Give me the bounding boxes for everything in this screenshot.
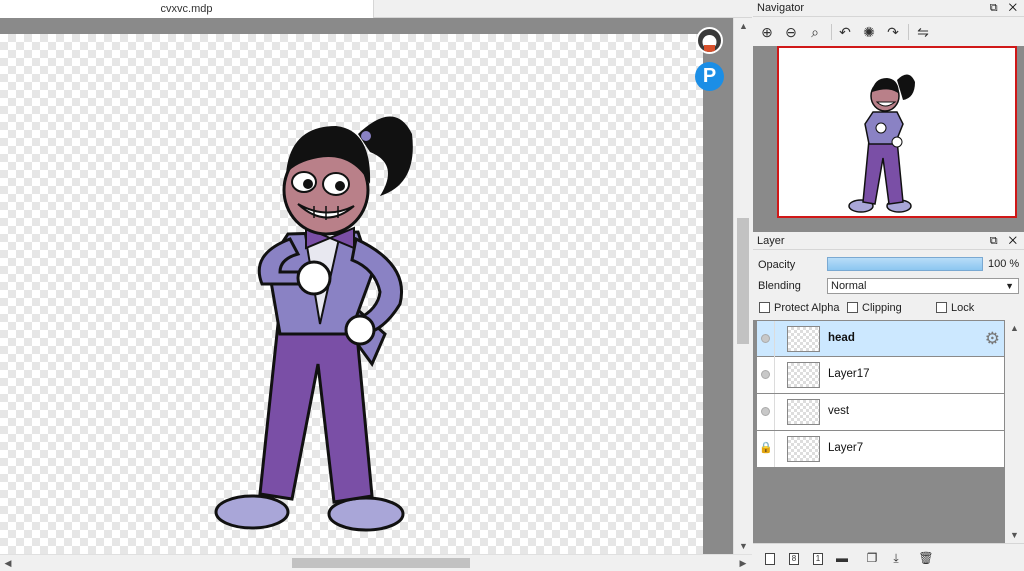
navigator-title: Navigator: [757, 2, 805, 14]
rotate-reset-icon[interactable]: ✺: [859, 22, 879, 42]
blending-mode-value: Normal: [831, 280, 867, 292]
opacity-slider[interactable]: [827, 257, 983, 271]
canvas-margin-right: [703, 18, 733, 554]
rotate-left-icon[interactable]: ↶: [835, 22, 855, 42]
gear-icon[interactable]: ⚙: [985, 329, 1000, 349]
lock-checkbox[interactable]: Lock: [936, 302, 974, 314]
rotate-right-icon[interactable]: ↷: [883, 22, 903, 42]
scroll-up-icon[interactable]: ▲: [1005, 320, 1024, 336]
layer-panel-window-buttons[interactable]: ⧉ ✕: [990, 233, 1021, 250]
row-divider: [774, 321, 775, 357]
character-artwork: [214, 116, 413, 532]
canvas-horizontal-scrollbar[interactable]: ◀ ▶: [0, 554, 752, 571]
navigator-preview-area[interactable]: [753, 46, 1024, 232]
layer-row-head[interactable]: head ⚙: [756, 320, 1005, 357]
document-tab[interactable]: cvxvc.mdp: [0, 0, 374, 18]
canvas-margin-top: [0, 18, 733, 34]
navigator-toolbar: ⊕ ⊖ ⌕ ↶ ✺ ↷ ⇋: [753, 18, 1024, 46]
canvas-vertical-scrollbar[interactable]: ▲ ▼: [733, 18, 752, 554]
navigator-artwork-thumbnail: [848, 74, 915, 213]
layer-thumbnail: [787, 399, 820, 425]
row-divider: [774, 394, 775, 430]
lock-icon[interactable]: 🔒: [759, 441, 773, 454]
navigator-thumbnail[interactable]: [777, 46, 1017, 218]
lock-label: Lock: [951, 302, 975, 314]
zoom-reset-icon[interactable]: ⌕: [805, 22, 825, 42]
layer-row-layer7[interactable]: 🔒 Layer7: [756, 431, 1005, 468]
layer-name: Layer17: [828, 368, 870, 380]
document-tab-bar: cvxvc.mdp: [0, 0, 752, 18]
toolbar-divider: [908, 24, 909, 40]
scroll-right-icon[interactable]: ▶: [735, 555, 751, 571]
row-divider: [774, 431, 775, 467]
layer-list: head ⚙ Layer17 vest 🔒 Layer7: [756, 320, 1005, 468]
scroll-left-icon[interactable]: ◀: [0, 555, 16, 571]
clipping-label: Clipping: [862, 302, 902, 314]
layer-thumbnail: [787, 362, 820, 388]
layer-panel-title: Layer: [757, 235, 785, 247]
layer-name: head: [828, 332, 855, 344]
blending-label: Blending: [758, 280, 801, 292]
layer-name: Layer7: [828, 442, 864, 454]
visibility-toggle-icon[interactable]: [761, 334, 770, 343]
scroll-up-icon[interactable]: ▲: [734, 18, 753, 34]
layer-panel-header: Layer ⧉ ✕: [753, 233, 1024, 250]
navigator-window-buttons[interactable]: ⧉ ✕: [990, 0, 1021, 17]
horizontal-scroll-thumb[interactable]: [292, 558, 470, 568]
opacity-value: 100 %: [988, 258, 1020, 270]
visibility-toggle-icon[interactable]: [761, 370, 770, 379]
blending-mode-select[interactable]: Normal ▼: [827, 278, 1019, 294]
layer-name: vest: [828, 405, 850, 417]
flip-horizontal-icon[interactable]: ⇋: [913, 22, 933, 42]
user-avatar-icon[interactable]: [696, 27, 723, 54]
navigator-header: Navigator ⧉ ✕: [753, 0, 1024, 17]
opacity-label: Opacity: [758, 259, 796, 271]
scroll-down-icon[interactable]: ▼: [1005, 527, 1024, 543]
new-1bit-layer-icon[interactable]: 1: [809, 550, 827, 566]
protect-alpha-checkbox[interactable]: Protect Alpha: [759, 302, 839, 314]
delete-layer-icon[interactable]: 🗑: [917, 550, 935, 566]
new-8bit-layer-icon[interactable]: 8: [785, 550, 803, 566]
layer-row-vest[interactable]: vest: [756, 394, 1005, 431]
layer-list-scrollbar[interactable]: ▲ ▼: [1005, 320, 1024, 543]
clipping-checkbox[interactable]: Clipping: [847, 302, 902, 314]
drawing-canvas[interactable]: [0, 34, 703, 554]
layer-thumbnail: [787, 436, 820, 462]
zoom-in-icon[interactable]: ⊕: [757, 22, 777, 42]
layer-list-area: head ⚙ Layer17 vest 🔒 Layer7 ▲ ▼: [753, 320, 1024, 543]
merge-down-icon[interactable]: ⤓: [887, 550, 905, 566]
layer-toolbar: 8 1 ▬ ❐ ⤓ 🗑: [753, 543, 1024, 571]
scroll-down-icon[interactable]: ▼: [734, 538, 753, 554]
layer-properties: Opacity 100 % Blending Normal ▼ Protect …: [753, 250, 1024, 320]
duplicate-layer-icon[interactable]: ❐: [863, 550, 881, 566]
app-window: cvxvc.mdp P ▲ ▼ ◀ ▶ Navigator ⧉ ✕ ⊕ ⊖ ⌕ …: [0, 0, 1024, 571]
layer-thumbnail: [787, 326, 820, 352]
chevron-down-icon: ▼: [1005, 281, 1014, 291]
toolbar-divider: [831, 24, 832, 40]
zoom-out-icon[interactable]: ⊖: [781, 22, 801, 42]
visibility-toggle-icon[interactable]: [761, 407, 770, 416]
layer-row-layer17[interactable]: Layer17: [756, 357, 1005, 394]
p-badge-icon[interactable]: P: [695, 62, 724, 91]
protect-alpha-label: Protect Alpha: [774, 302, 840, 314]
new-layer-icon[interactable]: [761, 550, 779, 566]
vertical-scroll-thumb[interactable]: [737, 218, 749, 344]
row-divider: [774, 357, 775, 393]
new-folder-icon[interactable]: ▬: [833, 550, 851, 566]
